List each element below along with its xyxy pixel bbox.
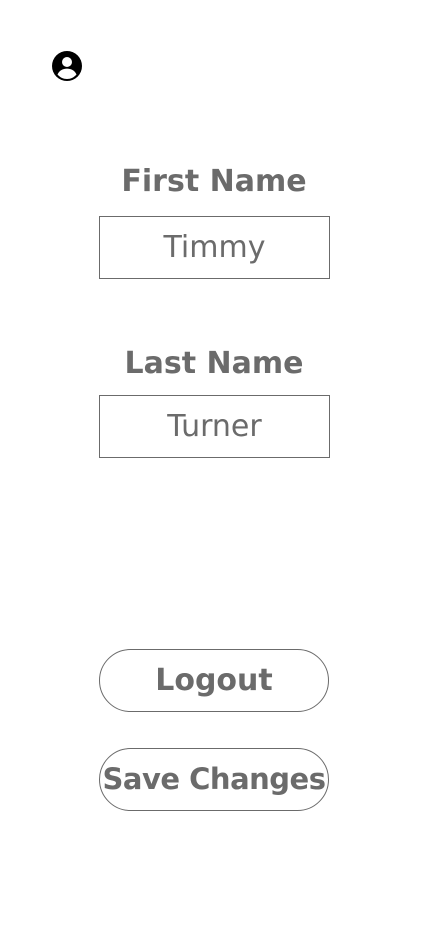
- first-name-label: First Name: [121, 164, 307, 199]
- first-name-field-box[interactable]: [99, 216, 330, 279]
- last-name-field-box[interactable]: [99, 395, 330, 458]
- last-name-label: Last Name: [124, 346, 304, 381]
- save-changes-button[interactable]: Save Changes: [99, 748, 329, 811]
- last-name-input[interactable]: [100, 396, 329, 457]
- first-name-input[interactable]: [100, 217, 329, 278]
- account-circle-icon[interactable]: [51, 50, 83, 82]
- logout-button[interactable]: Logout: [99, 649, 329, 712]
